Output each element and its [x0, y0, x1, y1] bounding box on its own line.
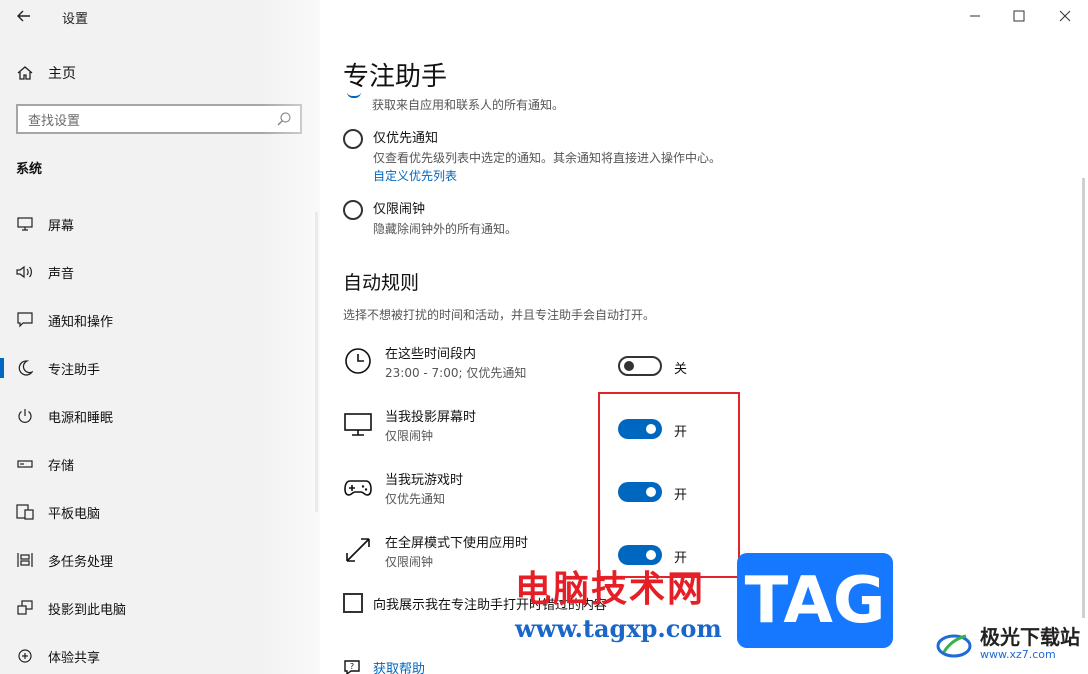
rule-title: 当我投影屏幕时	[385, 410, 477, 425]
toggle-state-label: 关	[674, 362, 688, 377]
radio-priority-only[interactable]	[343, 129, 363, 149]
rule-desc: 仅限闹钟	[385, 429, 434, 443]
message-icon	[16, 311, 34, 329]
rule-title: 当我玩游戏时	[385, 473, 464, 488]
option-all-desc: 获取来自应用和联系人的所有通知。	[372, 98, 565, 112]
highlight-box	[598, 392, 740, 578]
radio-alarms-only[interactable]	[343, 200, 363, 220]
app-title: 设置	[62, 12, 89, 27]
watermark-site-url: www.xz7.com	[980, 648, 1056, 661]
project-icon	[16, 599, 34, 617]
sidebar-item-label: 电源和睡眠	[48, 410, 114, 426]
sidebar-nav: 屏幕 声音 通知和操作 专注助手 电源和睡眠 存储 平板电脑 多任务处理 投影到…	[0, 200, 320, 674]
home-label: 主页	[48, 66, 76, 82]
sidebar-item-notifications[interactable]: 通知和操作	[0, 296, 320, 344]
page-title: 专注助手	[343, 62, 448, 92]
share-icon	[16, 647, 34, 665]
clock-icon	[345, 348, 371, 374]
watermark-site: 极光下载站 www.xz7.com	[934, 624, 1080, 664]
gamepad-icon	[344, 480, 372, 496]
monitor-icon	[16, 215, 34, 233]
sidebar-item-shared-experiences[interactable]: 体验共享	[0, 632, 320, 674]
option-title: 仅优先通知	[373, 131, 439, 146]
back-button[interactable]	[14, 6, 34, 26]
rule-playing-game[interactable]: 当我玩游戏时 仅优先通知	[343, 472, 463, 508]
sidebar-item-tablet[interactable]: 平板电脑	[0, 488, 320, 536]
close-icon	[1059, 10, 1071, 22]
sidebar-item-label: 存储	[48, 458, 75, 474]
get-help-link[interactable]: 获取帮助	[373, 658, 425, 674]
rule-fullscreen-app[interactable]: 在全屏模式下使用应用时 仅限闹钟	[343, 535, 528, 571]
sidebar-item-label: 多任务处理	[48, 554, 114, 570]
sidebar-home[interactable]: 主页	[16, 63, 76, 83]
toggle-knob	[624, 361, 634, 371]
toggle-during-times[interactable]	[618, 356, 662, 376]
main-scrollbar[interactable]	[1082, 178, 1085, 618]
maximize-button[interactable]	[996, 0, 1042, 32]
search-input[interactable]: 查找设置	[28, 110, 276, 129]
sidebar-item-focus-assist[interactable]: 专注助手	[0, 344, 320, 392]
minimize-icon	[970, 15, 980, 17]
power-icon	[16, 407, 34, 425]
section-label-system: 系统	[16, 162, 43, 177]
search-box[interactable]: 查找设置	[16, 104, 302, 134]
option-desc: 仅查看优先级列表中选定的通知。其余通知将直接进入操作中心。	[373, 151, 722, 165]
sidebar-item-label: 投影到此电脑	[48, 602, 127, 618]
rule-desc: 仅优先通知	[385, 492, 446, 506]
back-arrow-icon	[17, 10, 30, 22]
aurora-logo-icon	[936, 634, 972, 658]
auto-rules-desc: 选择不想被打扰的时间和活动，并且专注助手会自动打开。	[343, 308, 656, 322]
multitask-icon	[16, 551, 34, 569]
resize-diagonal-icon	[346, 538, 370, 562]
sidebar-item-label: 专注助手	[48, 362, 101, 378]
watermark-url: www.tagxp.com	[515, 614, 722, 643]
rule-duplicating-display[interactable]: 当我投影屏幕时 仅限闹钟	[343, 409, 476, 445]
monitor-icon	[344, 413, 372, 436]
sidebar-item-label: 屏幕	[48, 218, 75, 234]
close-button[interactable]	[1042, 0, 1088, 32]
sidebar-item-sound[interactable]: 声音	[0, 248, 320, 296]
option-title: 仅限闹钟	[373, 202, 426, 217]
sidebar: 设置 主页 查找设置 系统 屏幕 声音 通知和操作 专注助手 电源和睡眠 存储 …	[0, 0, 320, 674]
moon-icon	[16, 359, 34, 377]
sidebar-item-label: 通知和操作	[48, 314, 114, 330]
sidebar-item-storage[interactable]: 存储	[0, 440, 320, 488]
sidebar-item-power[interactable]: 电源和睡眠	[0, 392, 320, 440]
customize-priority-link[interactable]: 自定义优先列表	[373, 167, 721, 185]
watermark-site-name: 极光下载站	[980, 625, 1080, 649]
sidebar-item-label: 平板电脑	[48, 506, 101, 522]
radio-partial[interactable]	[347, 92, 361, 98]
option-priority-only[interactable]: 仅优先通知 仅查看优先级列表中选定的通知。其余通知将直接进入操作中心。 自定义优…	[343, 129, 721, 185]
sidebar-item-label: 体验共享	[48, 650, 101, 666]
sidebar-scrollbar[interactable]	[315, 212, 318, 512]
speaker-icon	[16, 263, 34, 281]
sidebar-item-display[interactable]: 屏幕	[0, 200, 320, 248]
rule-during-times[interactable]: 在这些时间段内 23:00 - 7:00; 仅优先通知	[343, 346, 526, 382]
storage-icon	[16, 455, 34, 473]
rule-title: 在这些时间段内	[385, 347, 477, 362]
missed-summary-checkbox[interactable]	[343, 593, 363, 613]
watermark-tag-logo: TAG	[737, 553, 893, 648]
minimize-button[interactable]	[952, 0, 998, 32]
maximize-icon	[1013, 10, 1025, 22]
help-link-row[interactable]: ? 获取帮助	[343, 658, 425, 674]
rule-desc: 仅限闹钟	[385, 555, 434, 569]
tablet-icon	[16, 503, 34, 521]
svg-text:?: ?	[350, 662, 354, 671]
sidebar-item-project[interactable]: 投影到此电脑	[0, 584, 320, 632]
home-icon	[17, 66, 33, 80]
sidebar-item-multitasking[interactable]: 多任务处理	[0, 536, 320, 584]
auto-rules-heading: 自动规则	[343, 272, 420, 294]
rule-desc: 23:00 - 7:00; 仅优先通知	[385, 366, 527, 380]
option-desc: 隐藏除闹钟外的所有通知。	[373, 222, 518, 236]
search-icon	[277, 112, 291, 126]
sidebar-item-label: 声音	[48, 266, 75, 282]
rule-title: 在全屏模式下使用应用时	[385, 536, 529, 551]
watermark-cn-text: 电脑技术网	[515, 569, 706, 610]
help-chat-icon: ?	[344, 659, 360, 674]
option-alarms-only[interactable]: 仅限闹钟 隐藏除闹钟外的所有通知。	[343, 200, 517, 238]
